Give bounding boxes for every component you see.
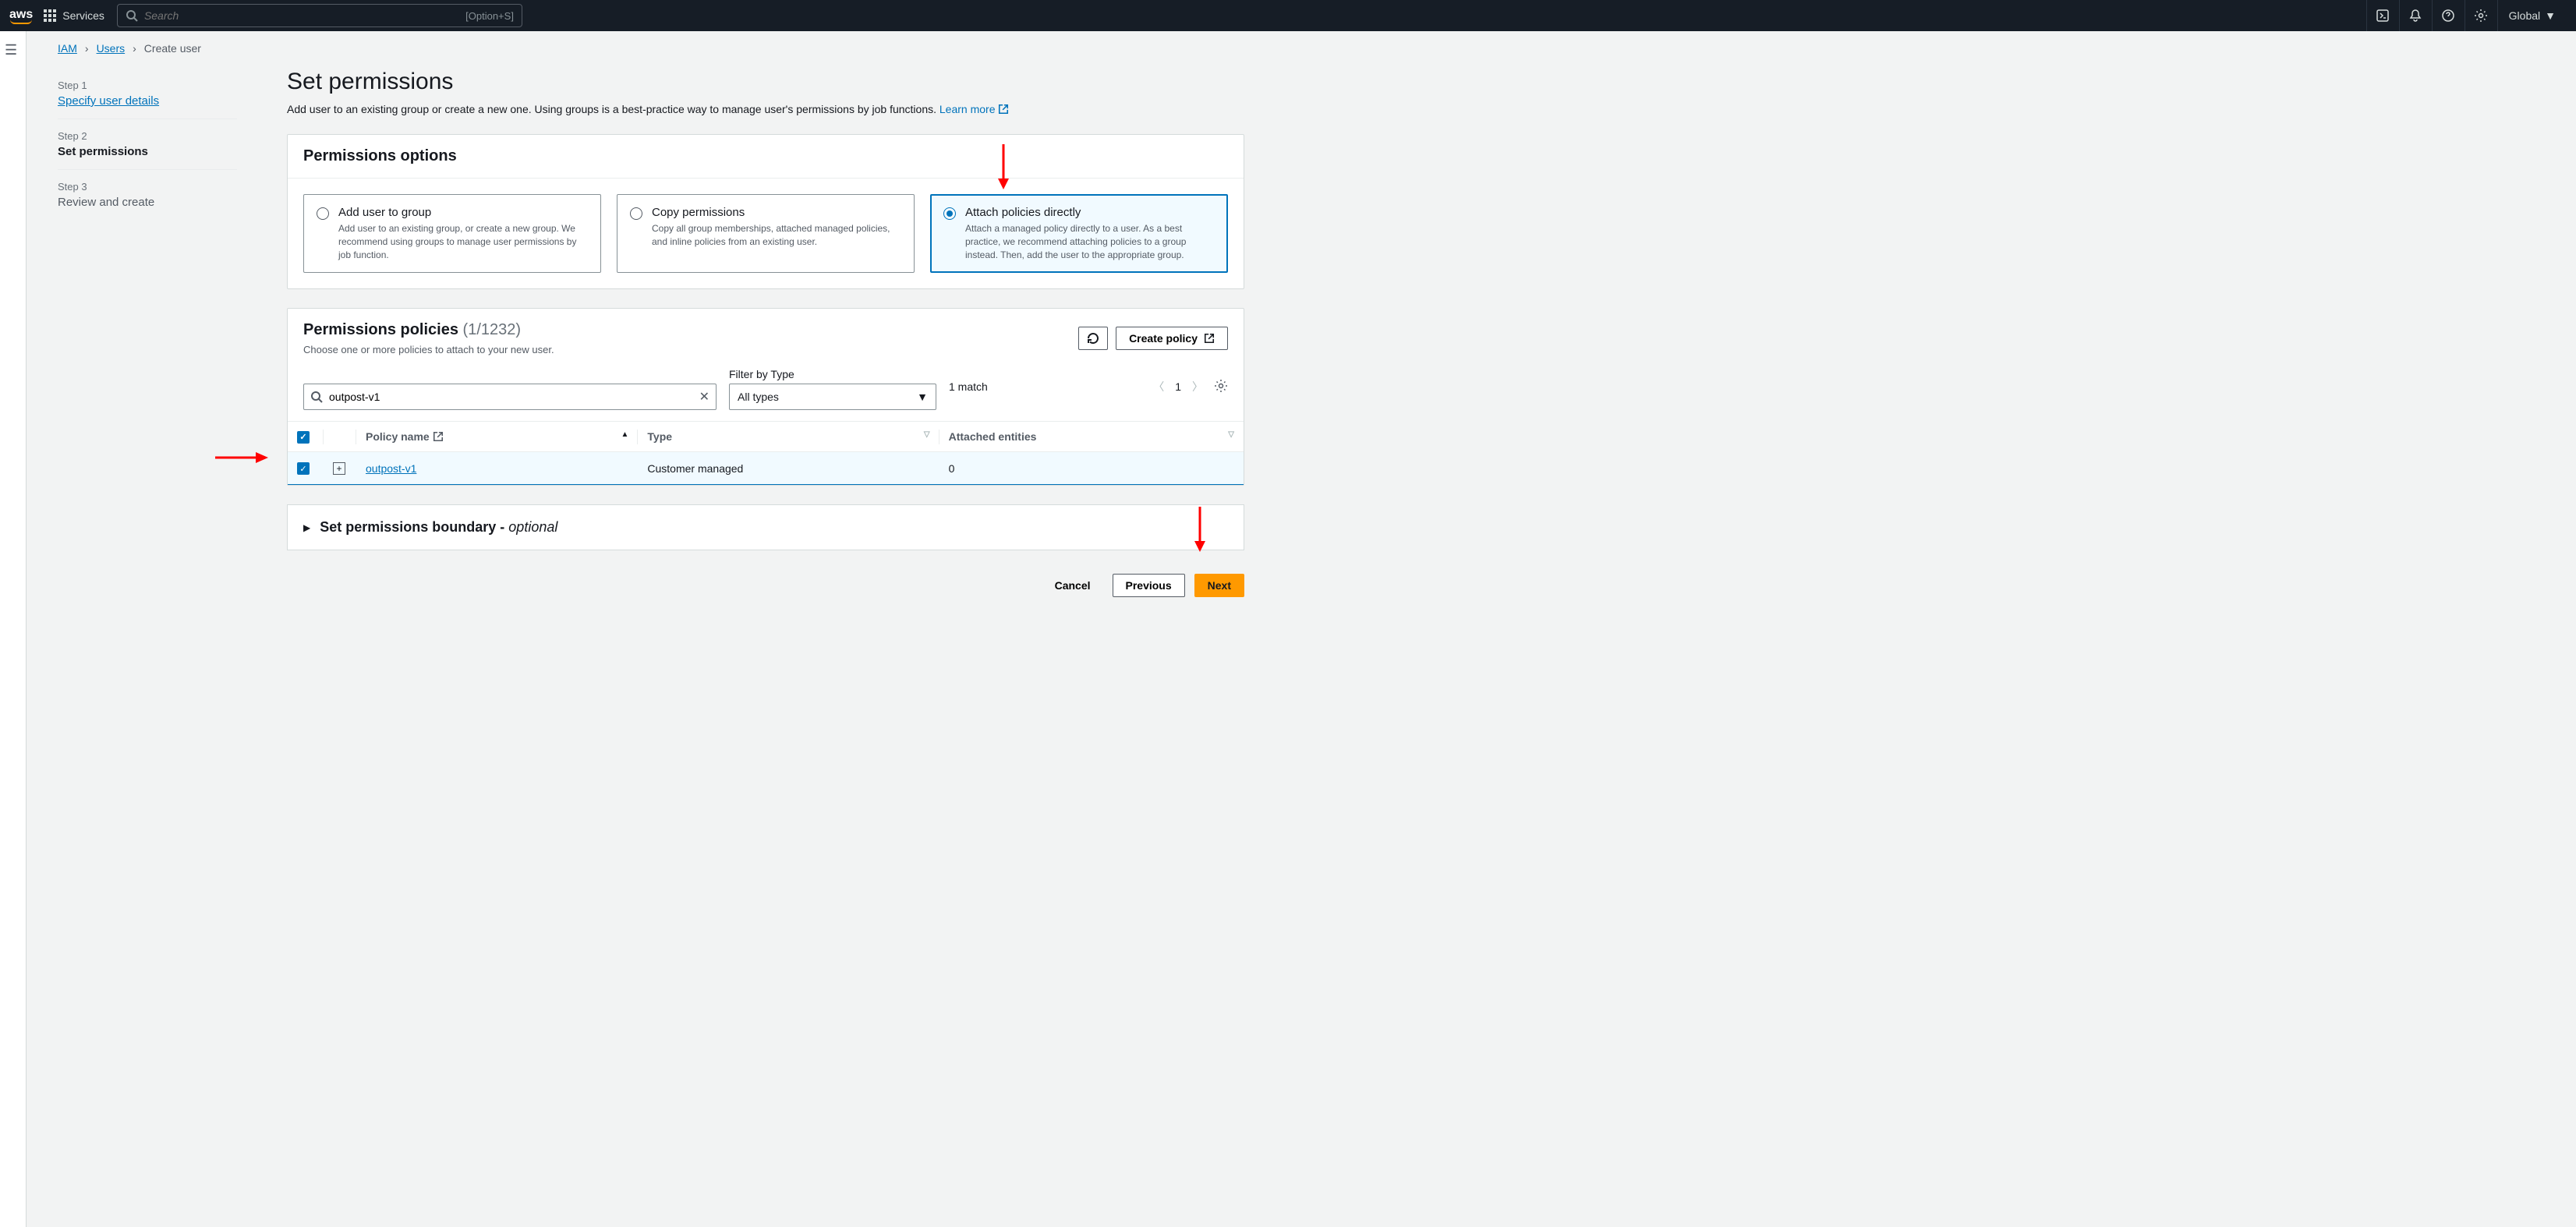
select-all-checkbox[interactable]: ✓	[297, 431, 310, 444]
learn-more-link[interactable]: Learn more	[939, 103, 1009, 115]
table-settings-icon[interactable]	[1214, 379, 1228, 395]
pagination: 〈 1 〉	[1153, 379, 1228, 400]
filter-type-label: Filter by Type	[729, 368, 936, 380]
caret-right-icon: ▶	[303, 522, 310, 533]
next-page-button[interactable]: 〉	[1192, 379, 1203, 394]
page-subtitle: Add user to an existing group or create …	[287, 103, 1244, 115]
option-add-to-group[interactable]: Add user to group Add user to an existin…	[303, 194, 601, 273]
policy-search-input[interactable]	[329, 391, 693, 403]
permissions-options-panel: Permissions options Add user to group Ad…	[287, 134, 1244, 289]
breadcrumb-iam[interactable]: IAM	[58, 42, 77, 55]
permissions-boundary-toggle[interactable]: ▶ Set permissions boundary - optional	[287, 504, 1244, 550]
settings-icon[interactable]	[2465, 0, 2497, 31]
global-search[interactable]: [Option+S]	[117, 4, 522, 27]
grid-icon	[44, 9, 56, 22]
refresh-button[interactable]	[1078, 327, 1108, 350]
step-1[interactable]: Step 1 Specify user details	[58, 69, 237, 119]
row-checkbox[interactable]: ✓	[297, 462, 310, 475]
hamburger-icon[interactable]: ☰	[5, 42, 21, 58]
col-attached-entities[interactable]: Attached entities▽	[939, 422, 1244, 452]
clear-search-icon[interactable]: ✕	[699, 389, 709, 405]
top-nav: aws Services [Option+S] Global▼	[0, 0, 2576, 31]
chevron-right-icon: ›	[85, 42, 89, 55]
help-icon[interactable]	[2432, 0, 2465, 31]
col-type[interactable]: Type▽	[638, 422, 939, 452]
policy-name-link[interactable]: outpost-v1	[366, 462, 416, 475]
external-link-icon	[998, 104, 1009, 115]
chevron-down-icon: ▼	[2545, 9, 2556, 22]
previous-button[interactable]: Previous	[1113, 574, 1185, 597]
match-count: 1 match	[949, 380, 988, 398]
breadcrumb-users[interactable]: Users	[97, 42, 126, 55]
filter-type-select[interactable]: All types ▼	[729, 384, 936, 410]
chevron-down-icon: ▼	[917, 391, 928, 403]
radio-icon	[630, 207, 642, 220]
cancel-button[interactable]: Cancel	[1042, 575, 1103, 596]
next-button[interactable]: Next	[1194, 574, 1244, 597]
radio-icon	[317, 207, 329, 220]
cloudshell-icon[interactable]	[2366, 0, 2399, 31]
col-policy-name[interactable]: Policy name ▲	[356, 422, 638, 452]
expand-row-icon[interactable]: +	[333, 462, 345, 475]
policies-title: Permissions policies (1/1232)	[303, 321, 521, 338]
page-title: Set permissions	[287, 69, 1244, 95]
policy-entities: 0	[939, 451, 1244, 485]
policy-search[interactable]: ✕	[303, 384, 717, 410]
region-selector[interactable]: Global▼	[2497, 0, 2567, 31]
external-link-icon	[1204, 333, 1215, 344]
chevron-right-icon: ›	[133, 42, 136, 55]
notifications-icon[interactable]	[2399, 0, 2432, 31]
refresh-icon	[1087, 332, 1099, 345]
option-copy-permissions[interactable]: Copy permissions Copy all group membersh…	[617, 194, 915, 273]
create-policy-button[interactable]: Create policy	[1116, 327, 1228, 350]
search-icon	[126, 9, 138, 22]
policy-type: Customer managed	[638, 451, 939, 485]
search-icon	[310, 391, 323, 403]
radio-icon	[943, 207, 956, 220]
breadcrumb: IAM › Users › Create user	[58, 42, 2576, 55]
topnav-right: Global▼	[2366, 0, 2567, 31]
page-number: 1	[1175, 380, 1181, 393]
search-input[interactable]	[144, 9, 459, 22]
permissions-policies-panel: Permissions policies (1/1232) Choose one…	[287, 308, 1244, 486]
step-2: Step 2 Set permissions	[58, 119, 237, 170]
services-menu[interactable]: Services	[44, 9, 104, 22]
external-link-icon	[433, 431, 444, 442]
option-attach-policies[interactable]: Attach policies directly Attach a manage…	[930, 194, 1228, 273]
services-label: Services	[62, 9, 104, 22]
policies-hint: Choose one or more policies to attach to…	[303, 344, 1078, 355]
permissions-options-title: Permissions options	[303, 147, 1228, 165]
search-shortcut-hint: [Option+S]	[465, 10, 514, 22]
policies-table: ✓ Policy name ▲ Type▽ Attached entities▽…	[288, 421, 1244, 485]
step-3: Step 3 Review and create	[58, 170, 237, 220]
breadcrumb-current: Create user	[144, 42, 201, 55]
prev-page-button[interactable]: 〈	[1153, 379, 1164, 394]
wizard-footer: Cancel Previous Next	[287, 574, 1244, 597]
table-row[interactable]: ✓ + outpost-v1 Customer managed 0	[288, 451, 1244, 485]
wizard-steps: Step 1 Specify user details Step 2 Set p…	[58, 69, 237, 597]
aws-logo[interactable]: aws	[9, 8, 33, 24]
side-drawer-toggle-col: ☰	[0, 31, 27, 1227]
